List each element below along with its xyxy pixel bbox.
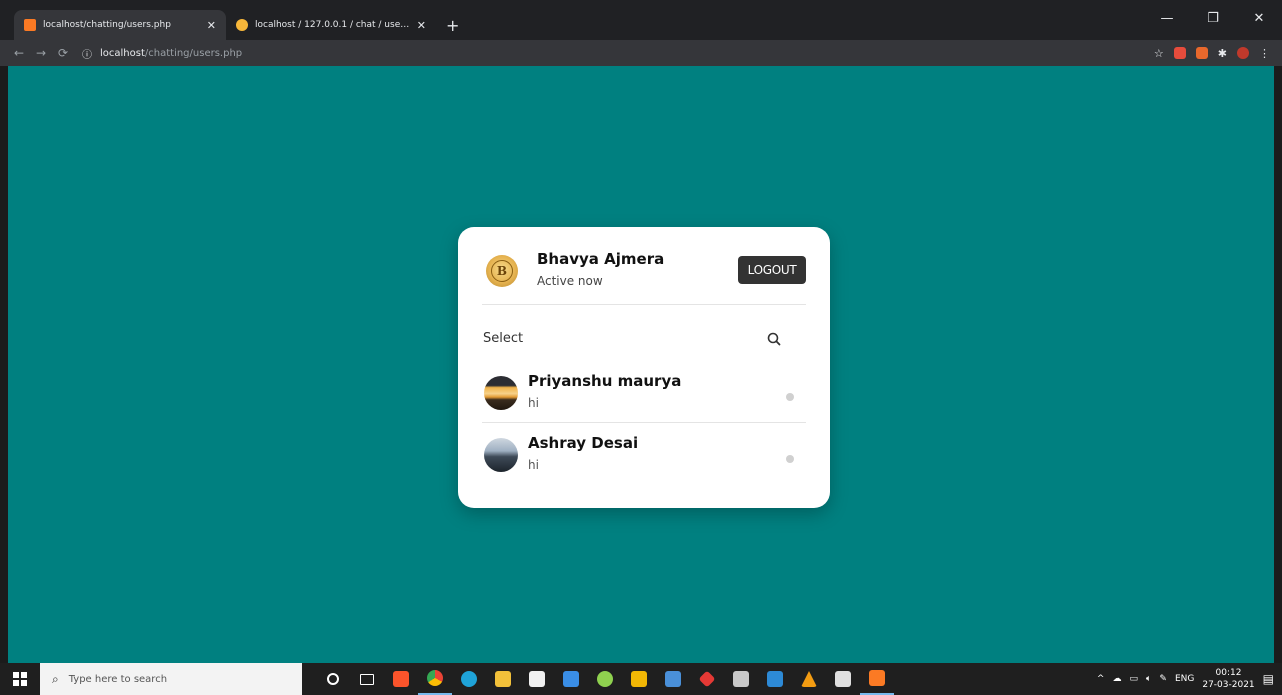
system-tray: ^ ☁ ▭ 🔈︎ ✎ ENG 00:12 27-03-2021 ▤ — [1097, 667, 1282, 691]
chrome-icon[interactable] — [418, 663, 452, 695]
window-border-right — [1274, 66, 1282, 663]
phpmyadmin-favicon-icon — [236, 19, 248, 31]
windows-start-icon[interactable] — [0, 663, 40, 695]
extension-red-icon[interactable] — [1173, 47, 1186, 59]
app-icon[interactable] — [588, 663, 622, 695]
battery-icon[interactable]: ▭ — [1129, 674, 1138, 684]
volume-icon[interactable]: 🔈︎ — [1146, 674, 1151, 684]
tab-title: localhost / 127.0.0.1 / chat / users | p… — [255, 20, 410, 30]
user-name: Ashray Desai — [528, 434, 639, 452]
store-icon[interactable] — [520, 663, 554, 695]
logout-button[interactable]: LOGOUT — [738, 256, 806, 284]
tab-title: localhost/chatting/users.php — [43, 20, 171, 30]
profile-avatar-icon[interactable] — [1237, 47, 1249, 59]
search-label: Select — [483, 331, 524, 346]
file-explorer-icon[interactable] — [486, 663, 520, 695]
edge-icon[interactable] — [452, 663, 486, 695]
close-tab-icon[interactable]: ✕ — [207, 19, 216, 32]
pen-icon[interactable]: ✎ — [1159, 674, 1167, 684]
clock[interactable]: 00:12 27-03-2021 — [1202, 667, 1254, 691]
current-user-status: Active now — [537, 274, 603, 288]
user-last-message: hi — [528, 458, 539, 472]
user-avatar — [484, 438, 518, 472]
close-window-icon[interactable]: ✕ — [1236, 0, 1282, 36]
task-view-icon[interactable] — [350, 663, 384, 695]
extensions-puzzle-icon[interactable]: ✱ — [1218, 47, 1227, 60]
new-tab-icon[interactable]: + — [446, 10, 459, 40]
search-icon: ⌕ — [52, 671, 59, 686]
bookmark-star-icon[interactable]: ☆ — [1154, 47, 1164, 60]
current-user-name: Bhavya Ajmera — [537, 250, 665, 268]
mail-icon[interactable] — [554, 663, 588, 695]
app-icon[interactable] — [792, 663, 826, 695]
current-user-avatar: B — [486, 255, 518, 287]
notifications-icon[interactable]: ▤ — [1263, 672, 1274, 686]
app-icon[interactable] — [656, 663, 690, 695]
card-header: B Bhavya Ajmera Active now LOGOUT — [482, 247, 806, 305]
cortana-icon[interactable] — [316, 663, 350, 695]
users-list: Priyanshu maurya hi Ashray Desai hi — [482, 361, 806, 485]
vscode-icon[interactable] — [758, 663, 792, 695]
extensions-area: ☆ ✱ ⋮ — [1154, 47, 1282, 60]
tab-users-php[interactable]: localhost/chatting/users.php ✕ — [14, 10, 226, 40]
address-bar[interactable]: ⓘ localhost/chatting/users.php — [82, 43, 1092, 63]
language-indicator[interactable]: ENG — [1175, 674, 1194, 684]
tray-chevron-up-icon[interactable]: ^ — [1097, 674, 1105, 684]
users-card: B Bhavya Ajmera Active now LOGOUT Select… — [458, 227, 830, 508]
reload-icon[interactable]: ⟳ — [52, 46, 74, 60]
clock-time: 00:12 — [1215, 668, 1242, 678]
taskbar-search-placeholder: Type here to search — [68, 673, 168, 685]
taskbar-apps — [316, 663, 894, 695]
back-arrow-icon[interactable]: ← — [8, 46, 30, 60]
app-icon[interactable] — [622, 663, 656, 695]
app-icon[interactable] — [690, 663, 724, 695]
onedrive-icon[interactable]: ☁ — [1112, 674, 1121, 684]
page-background: B Bhavya Ajmera Active now LOGOUT Select… — [8, 66, 1274, 663]
status-dot — [786, 455, 794, 463]
window-controls: — ❐ ✕ — [1144, 0, 1282, 36]
windows-taskbar: ⌕ Type here to search ^ ☁ ▭ 🔈︎ ✎ ENG 00:… — [0, 663, 1282, 695]
status-dot — [786, 393, 794, 401]
url-host: localhost — [100, 47, 145, 59]
app-icon[interactable] — [826, 663, 860, 695]
tab-phpmyadmin[interactable]: localhost / 127.0.0.1 / chat / users | p… — [226, 10, 436, 40]
xampp-icon[interactable] — [860, 663, 894, 695]
search-icon[interactable] — [764, 330, 784, 348]
browser-titlebar: localhost/chatting/users.php ✕ localhost… — [0, 0, 1282, 40]
browser-toolbar: ← → ⟳ ⓘ localhost/chatting/users.php ☆ ✱… — [0, 40, 1282, 66]
close-tab-icon[interactable]: ✕ — [417, 19, 426, 32]
extension-orange-icon[interactable] — [1195, 47, 1208, 59]
url-path: /chatting/users.php — [144, 47, 243, 59]
avatar-letter: B — [491, 260, 513, 282]
forward-arrow-icon[interactable]: → — [30, 46, 52, 60]
window-border-left — [0, 66, 8, 663]
maximize-icon[interactable]: ❐ — [1190, 0, 1236, 36]
list-item[interactable]: Priyanshu maurya hi — [482, 361, 806, 423]
taskbar-search-input[interactable]: ⌕ Type here to search — [40, 663, 302, 695]
user-last-message: hi — [528, 396, 539, 410]
brave-browser-icon[interactable] — [384, 663, 418, 695]
list-item[interactable]: Ashray Desai hi — [482, 423, 806, 485]
app-icon[interactable] — [724, 663, 758, 695]
minimize-icon[interactable]: — — [1144, 0, 1190, 36]
info-icon[interactable]: ⓘ — [82, 46, 92, 61]
xampp-favicon-icon — [24, 19, 36, 31]
clock-date: 27-03-2021 — [1202, 680, 1255, 690]
user-avatar — [484, 376, 518, 410]
tab-strip: localhost/chatting/users.php ✕ localhost… — [0, 8, 459, 40]
user-name: Priyanshu maurya — [528, 372, 682, 390]
search-bar: Select — [482, 327, 806, 351]
menu-kebab-icon[interactable]: ⋮ — [1259, 47, 1270, 60]
